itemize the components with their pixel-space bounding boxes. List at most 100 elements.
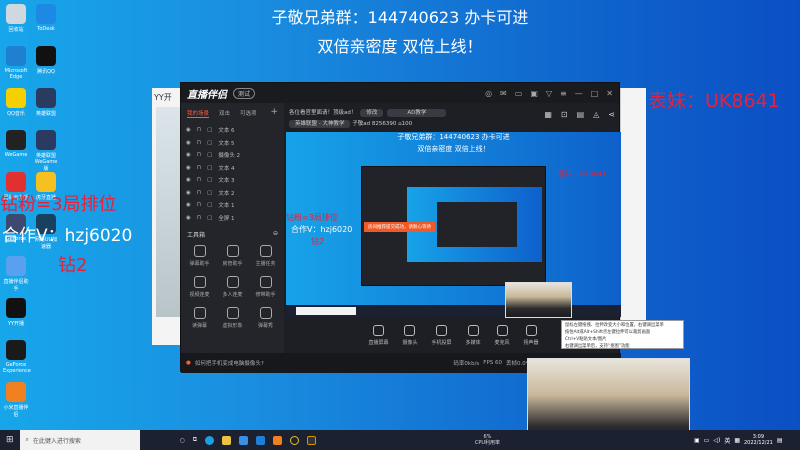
companion-icon[interactable] [307,435,317,445]
lock-icon[interactable]: ⊡ [561,110,568,119]
tool-button[interactable]: 视频连麦 [183,276,216,298]
box-icon[interactable]: ▤ [577,110,585,119]
tool-button[interactable]: 主播任务 [249,245,282,267]
tool-button[interactable]: 修带助手 [249,276,282,298]
desktop-icon[interactable]: Microsoft Edge [3,46,29,80]
cortana-icon[interactable]: ○ [180,437,185,444]
desktop-icon[interactable]: ToDesk [33,4,59,32]
keyboard-icon[interactable]: ▦ [734,437,740,444]
store-icon[interactable] [239,435,249,445]
eye-icon[interactable]: ◉ [186,127,191,133]
lock-icon[interactable]: ⊓ [197,165,201,171]
desktop-icon[interactable]: QQ音乐 [3,88,29,117]
add-scene-icon[interactable]: + [270,108,278,118]
gift-icon[interactable]: ▣ [530,89,538,98]
beta-badge[interactable]: 测试 [233,87,256,99]
tool-button[interactable]: 弹幕秀 [249,307,282,329]
mail-app-icon[interactable] [256,435,266,445]
tooltip-line: 鼠标左键拖拽、拉伸改变大小和位置，右键调出菜单 [565,323,664,328]
layer-item[interactable]: ◉ ⊓ ▢ 文本 5 [181,137,284,150]
tool-button[interactable]: 弹幕助手 [183,245,216,267]
room-title[interactable]: 各位看官里面请！顶级ad！ [289,110,356,116]
maximize-icon[interactable]: □ [591,89,599,98]
category-button[interactable]: 英雄联盟 - 大神教学 [289,120,351,128]
minimize-icon[interactable]: — [575,89,583,98]
layer-item[interactable]: ◉ ⊓ ▢ 摄像头 2 [181,149,284,162]
status-tip-link[interactable]: 如何把手机变成电脑摄像头? [195,359,264,367]
mail-icon[interactable]: ✉ [500,89,507,98]
webcam-small[interactable] [505,282,572,318]
eye-icon[interactable]: ◉ [186,190,191,196]
source-button[interactable]: 直播屏幕 [368,324,388,346]
eye-icon[interactable]: ◉ [186,215,191,221]
layer-item[interactable]: ◉ ⊓ ▢ 文本 2 [181,187,284,200]
lock-icon[interactable]: ⊓ [197,127,201,133]
layer-item[interactable]: ◉ ⊓ ▢ 全屏 1 [181,212,284,225]
source-button[interactable]: 手机投屏 [431,324,452,346]
lock-icon[interactable]: ⊓ [197,152,201,158]
eye-icon[interactable]: ◉ [186,140,191,146]
layer-item[interactable]: ◉ ⊓ ▢ 文本 3 [181,174,284,187]
source-icon [372,324,384,336]
start-icon[interactable]: ⊞ [6,435,14,445]
desktop-icon[interactable]: 小米直播伴侣 [3,382,29,418]
network-icon[interactable]: ▭ [704,437,710,444]
menu-icon[interactable]: ≡ [560,89,567,98]
yy-icon[interactable] [290,435,300,445]
app-icon[interactable] [273,435,283,445]
eye-icon[interactable]: ◉ [186,152,191,158]
source-button[interactable]: 多媒体 [466,324,481,346]
eye-icon[interactable]: ◉ [186,202,191,208]
tab-options[interactable]: 可选项 [240,109,257,118]
tab-my-scenes[interactable]: 我的场景 [187,109,210,118]
yy-window[interactable]: YY开 [152,88,180,345]
tool-button[interactable]: 多人连麦 [216,276,249,298]
source-button[interactable]: 摄像头 [402,324,417,346]
tool-button[interactable]: 虚拟形象 [216,307,249,329]
more-tools-icon[interactable]: ⊖ [273,230,278,239]
tag-field[interactable]: AD教学 [387,109,447,117]
task-view-icon[interactable]: ⧉ [193,436,197,444]
ime-indicator[interactable]: 英 [724,436,730,445]
clock[interactable]: 3:09 2022/12/21 [744,434,773,446]
notification-icon[interactable]: ▤ [777,437,783,444]
layer-item[interactable]: ◉ ⊓ ▢ 文本 1 [181,199,284,212]
source-button[interactable]: 扬声器 [524,324,539,346]
layer-item[interactable]: ◉ ⊓ ▢ 文本 6 [181,124,284,137]
source-button[interactable]: 麦克风 [495,324,510,346]
headset-icon[interactable]: ◎ [485,89,492,98]
live-companion-window: 直播伴侣 测试 ◎ ✉ ▭ ▣ ▽ ≡ — □ ✕ 我的场景 双击 可选项 + … [180,82,621,373]
edit-button[interactable]: 修改 [360,109,384,117]
taskbar-search[interactable]: ⌕ 在此键入进行搜索 [19,430,140,450]
desktop-icon[interactable]: YY开播 [3,298,29,327]
desktop-icon[interactable]: 腾讯QQ [33,46,59,75]
eye-icon[interactable]: ◉ [186,165,191,171]
desktop-icon[interactable]: GeForce Experience [3,340,31,374]
desktop-icon[interactable]: 直播伴侣助手 [3,256,29,292]
desktop-icon[interactable]: 英雄联盟 [33,88,59,117]
close-icon[interactable]: ✕ [606,89,613,98]
lock-icon[interactable]: ⊓ [197,140,201,146]
desktop-icon[interactable]: 回收站 [3,4,29,33]
side-panel[interactable] [620,88,646,320]
lock-icon[interactable]: ⊓ [197,215,201,221]
explorer-icon[interactable] [222,435,232,445]
desktop-icon[interactable]: WeGame [3,130,29,158]
tool-button[interactable]: 房管助手 [216,245,249,267]
lock-icon[interactable]: ⊓ [197,177,201,183]
eye-icon[interactable]: ◉ [186,177,191,183]
volume-icon[interactable]: ◁) [713,437,720,444]
chat-icon[interactable]: ▭ [515,89,523,98]
tab-double[interactable]: 双击 [219,109,230,118]
layer-item[interactable]: ◉ ⊓ ▢ 文本 4 [181,162,284,175]
lock-icon[interactable]: ⊓ [197,202,201,208]
tool-button[interactable]: 读弹幕 [183,307,216,329]
gift-box-icon[interactable]: ▦ [544,110,552,119]
lock-icon[interactable]: ⊓ [197,190,201,196]
share-icon[interactable]: ⋖ [608,110,615,119]
edge-icon[interactable] [205,435,215,445]
shirt-icon[interactable]: ▽ [546,89,552,98]
desktop-icon[interactable]: 英雄联盟WeGame版 [33,130,59,172]
bell-icon[interactable]: ◬ [593,110,599,119]
tray-icon[interactable]: ▣ [694,437,700,444]
